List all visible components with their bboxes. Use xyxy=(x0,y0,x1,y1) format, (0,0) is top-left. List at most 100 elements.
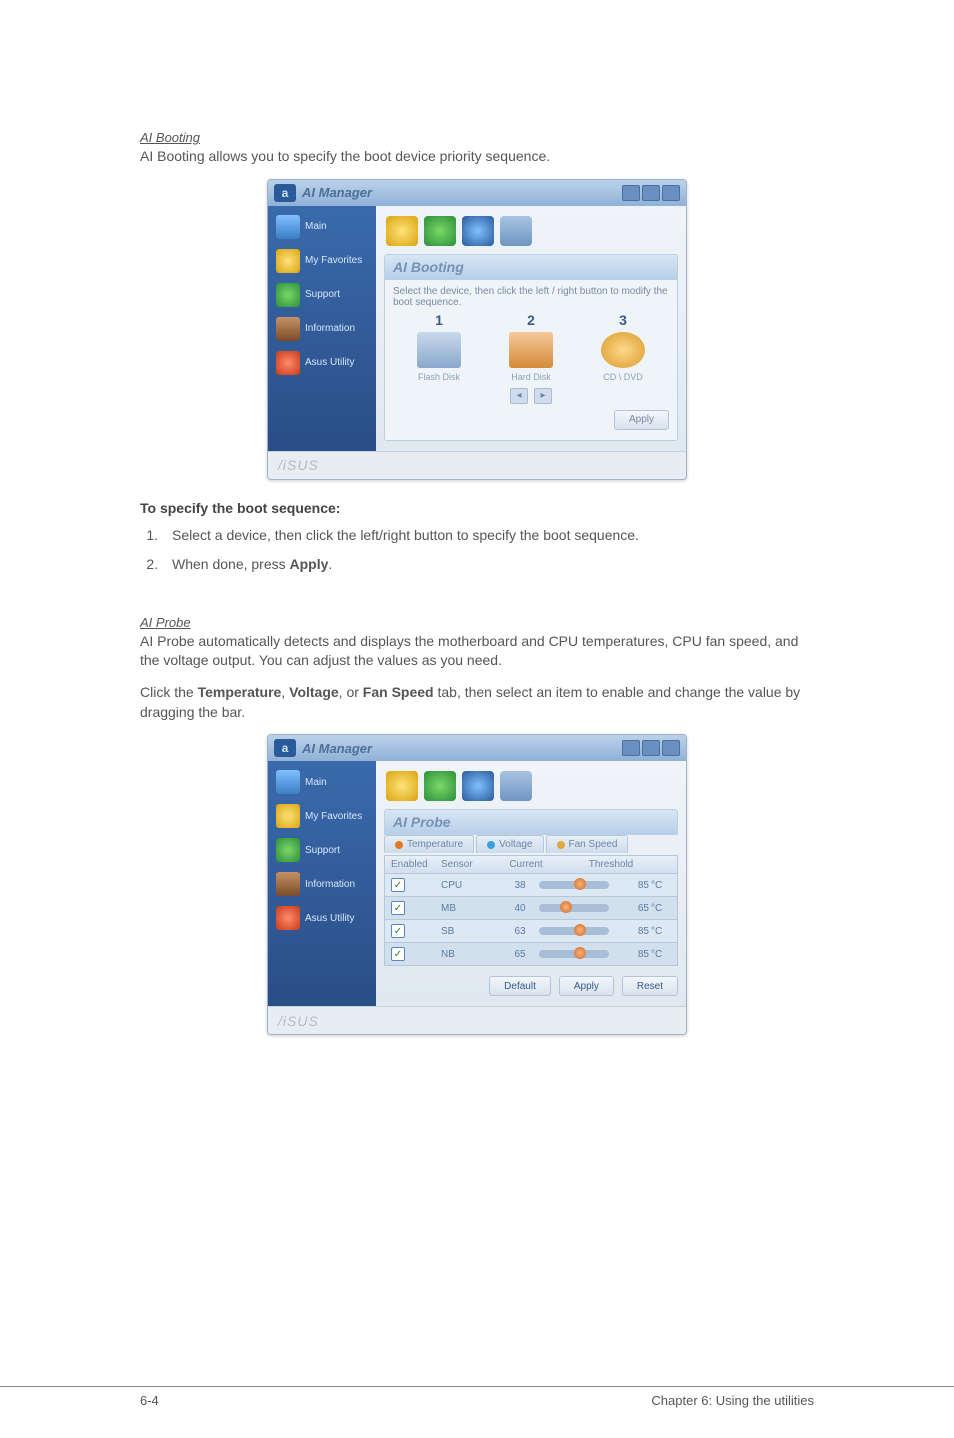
window-title: AI Manager xyxy=(302,741,372,756)
toolbar-icon-2[interactable] xyxy=(424,216,456,246)
close-button[interactable] xyxy=(662,740,680,756)
toolbar-icon-4[interactable] xyxy=(500,771,532,801)
fan-icon xyxy=(557,841,565,849)
toolbar-icon-2[interactable] xyxy=(424,771,456,801)
tab-bar: Temperature Voltage Fan Speed xyxy=(384,835,678,853)
boot-slot-1[interactable]: 1 Flash Disk xyxy=(393,312,485,382)
globe-icon xyxy=(276,838,300,862)
toolbar-icon-1[interactable] xyxy=(386,771,418,801)
drive-label: Hard Disk xyxy=(485,372,577,382)
table-row: ✓SB6385°C xyxy=(384,920,678,943)
threshold-slider[interactable] xyxy=(539,881,609,889)
enable-checkbox[interactable]: ✓ xyxy=(391,947,405,961)
sidebar-item-favorites[interactable]: My Favorites xyxy=(272,246,372,276)
unit-label: °C xyxy=(651,880,671,891)
minimize-button[interactable] xyxy=(622,185,640,201)
apply-button[interactable]: Apply xyxy=(614,410,669,430)
step-2-bold: Apply xyxy=(290,556,329,572)
close-button[interactable] xyxy=(662,185,680,201)
sidebar-item-label: My Favorites xyxy=(305,811,362,822)
enable-checkbox[interactable]: ✓ xyxy=(391,924,405,938)
star-icon xyxy=(276,249,300,273)
threshold-value: 65 xyxy=(615,903,649,914)
ai-probe-title: AI Probe xyxy=(140,615,814,630)
toolbar-icon-3[interactable] xyxy=(462,771,494,801)
table-row: ✓NB6585°C xyxy=(384,943,678,966)
ai-probe-window: a AI Manager Main My Favorites Support I… xyxy=(267,734,687,1035)
threshold-slider[interactable] xyxy=(539,904,609,912)
current-value: 40 xyxy=(501,903,539,914)
maximize-button[interactable] xyxy=(642,185,660,201)
sidebar-item-asus-utility[interactable]: Asus Utility xyxy=(272,348,372,378)
boot-slot-2[interactable]: 2 Hard Disk xyxy=(485,312,577,382)
right-arrow-button[interactable]: ▸ xyxy=(534,388,552,404)
enable-checkbox[interactable]: ✓ xyxy=(391,901,405,915)
left-arrow-button[interactable]: ◂ xyxy=(510,388,528,404)
t: Voltage xyxy=(289,684,339,700)
ai-probe-desc: AI Probe automatically detects and displ… xyxy=(140,632,814,671)
toolbar-icon-4[interactable] xyxy=(500,216,532,246)
minimize-button[interactable] xyxy=(622,740,640,756)
toolbar-icon-1[interactable] xyxy=(386,216,418,246)
probe-table-body: ✓CPU3885°C✓MB4065°C✓SB6385°C✓NB6585°C xyxy=(384,874,678,966)
toolbar-icon-3[interactable] xyxy=(462,216,494,246)
sidebar-item-information[interactable]: Information xyxy=(272,314,372,344)
current-value: 65 xyxy=(501,949,539,960)
toolbar xyxy=(384,212,678,254)
maximize-button[interactable] xyxy=(642,740,660,756)
drive-label: CD \ DVD xyxy=(577,372,669,382)
unit-label: °C xyxy=(651,949,671,960)
col-sensor: Sensor xyxy=(441,859,501,870)
enable-checkbox[interactable]: ✓ xyxy=(391,878,405,892)
sidebar-item-support[interactable]: Support xyxy=(272,280,372,310)
col-threshold: Threshold xyxy=(551,859,671,870)
page-footer: 6-4 Chapter 6: Using the utilities xyxy=(0,1386,954,1408)
step-2-text: When done, press xyxy=(172,556,290,572)
default-button[interactable]: Default xyxy=(489,976,551,996)
probe-button-row: Default Apply Reset xyxy=(384,976,678,996)
sidebar-item-label: Information xyxy=(305,323,355,334)
col-enabled: Enabled xyxy=(391,859,441,870)
t: Temperature xyxy=(198,684,282,700)
slot-number: 1 xyxy=(393,312,485,328)
table-row: ✓CPU3885°C xyxy=(384,874,678,897)
window-title: AI Manager xyxy=(302,185,372,200)
sidebar-item-main[interactable]: Main xyxy=(272,212,372,242)
t: , xyxy=(281,684,289,700)
tool-icon xyxy=(276,351,300,375)
sidebar-item-label: Support xyxy=(305,289,340,300)
sidebar: Main My Favorites Support Information As… xyxy=(268,206,376,451)
chapter-label: Chapter 6: Using the utilities xyxy=(651,1393,814,1408)
boot-slot-3[interactable]: 3 CD \ DVD xyxy=(577,312,669,382)
unit-label: °C xyxy=(651,926,671,937)
step-1: Select a device, then click the left/rig… xyxy=(162,526,814,546)
reset-button[interactable]: Reset xyxy=(622,976,678,996)
step-2: When done, press Apply. xyxy=(162,555,814,575)
threshold-slider[interactable] xyxy=(539,927,609,935)
sidebar-item-favorites[interactable]: My Favorites xyxy=(272,801,372,831)
sidebar-item-main[interactable]: Main xyxy=(272,767,372,797)
tab-label: Temperature xyxy=(407,839,463,850)
arrow-bar: ◂ ▸ xyxy=(393,388,669,404)
content-panel: AI Booting Select the device, then click… xyxy=(376,206,686,451)
threshold-slider[interactable] xyxy=(539,950,609,958)
ai-booting-desc: AI Booting allows you to specify the boo… xyxy=(140,147,814,167)
tab-voltage[interactable]: Voltage xyxy=(476,835,543,853)
page-number: 6-4 xyxy=(140,1393,159,1408)
apply-button[interactable]: Apply xyxy=(559,976,614,996)
home-icon xyxy=(276,770,300,794)
tab-fan-speed[interactable]: Fan Speed xyxy=(546,835,629,853)
app-logo-icon: a xyxy=(274,739,296,757)
sidebar-item-information[interactable]: Information xyxy=(272,869,372,899)
table-row: ✓MB4065°C xyxy=(384,897,678,920)
tab-label: Fan Speed xyxy=(569,839,618,850)
sensor-name: SB xyxy=(441,926,501,937)
sidebar-item-label: Information xyxy=(305,879,355,890)
sidebar-item-support[interactable]: Support xyxy=(272,835,372,865)
slot-number: 3 xyxy=(577,312,669,328)
sidebar-item-label: Asus Utility xyxy=(305,357,354,368)
sidebar-item-asus-utility[interactable]: Asus Utility xyxy=(272,903,372,933)
sidebar-item-label: Asus Utility xyxy=(305,913,354,924)
content-panel: AI Probe Temperature Voltage Fan Speed E… xyxy=(376,761,686,1006)
tab-temperature[interactable]: Temperature xyxy=(384,835,474,853)
